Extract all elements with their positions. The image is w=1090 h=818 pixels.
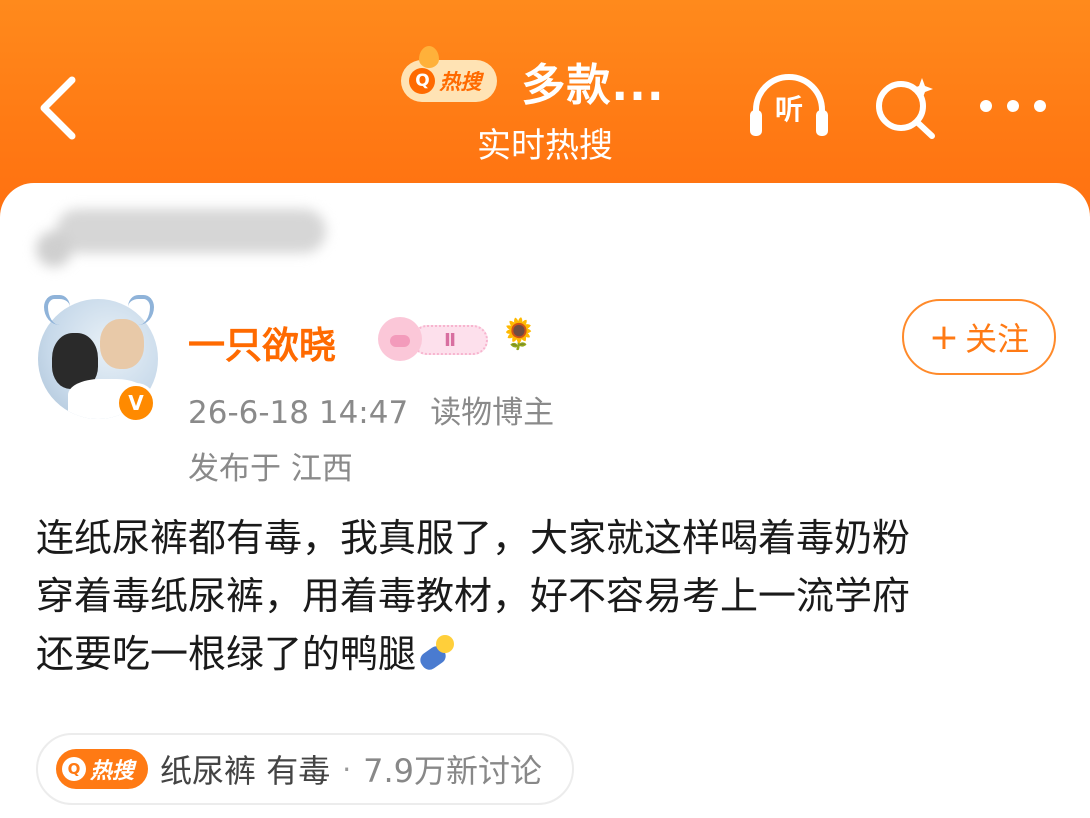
blurred-region [36, 199, 336, 277]
horn-decoration [44, 295, 70, 325]
page-title: 多款... [521, 60, 665, 111]
listen-label: 听 [774, 93, 803, 126]
hot-topic-chip[interactable]: Q 热搜 纸尿裤 有毒 · 7.9万新讨论 [36, 733, 575, 805]
search-q-icon: Q [409, 68, 436, 94]
post-text-line: 穿着毒纸尿裤，用着毒教材，好不容易考上一流学府 [36, 574, 911, 618]
follow-label: 关注 [965, 320, 1030, 358]
discussion-count: 7.9万新讨论 [363, 752, 543, 790]
hot-search-tag: Q 热搜 [56, 749, 149, 789]
horn-decoration [128, 295, 154, 325]
follow-button[interactable]: + 关注 [902, 299, 1056, 375]
listen-button[interactable]: 听 [746, 72, 832, 142]
search-q-icon: Q [62, 757, 86, 781]
plus-icon: + [928, 316, 960, 358]
hot-search-badge: Q 热搜 [401, 46, 498, 102]
post-date: 26-6-18 14:47 [188, 395, 409, 431]
flame-icon [419, 46, 440, 68]
medal-level: Ⅱ [412, 325, 488, 355]
username[interactable]: 一只欲晓 [188, 315, 336, 369]
post-location: 发布于 江西 [188, 451, 353, 487]
search-button[interactable] [870, 72, 940, 142]
verified-badge: V [116, 383, 156, 423]
search-icon [876, 78, 935, 139]
fan-medal-badge[interactable]: Ⅱ [378, 317, 488, 361]
hot-topic-name: 纸尿裤 有毒 [160, 752, 331, 790]
more-options-button[interactable] [976, 86, 1050, 126]
user-role: 读物博主 [430, 395, 555, 431]
avatar[interactable]: V [38, 295, 158, 423]
post-meta: 26-6-18 14:47 读物博主 [188, 387, 554, 432]
post-body: 连纸尿裤都有毒，我真服了，大家就这样喝着毒奶粉 穿着毒纸尿裤，用着毒教材，好不容… [36, 509, 1066, 683]
separator-dot: · [342, 752, 352, 786]
sunflower-icon: 🌻 [500, 317, 538, 352]
weibo-hot-search-page: Q 热搜 多款... 实时热搜 听 V 一只欲晓 Ⅱ 🌻 + 关注 26-6-1… [0, 0, 1090, 818]
person-lying-emoji-icon [416, 635, 456, 673]
post-card: V 一只欲晓 Ⅱ 🌻 + 关注 26-6-18 14:47 读物博主 发布于 江西… [0, 183, 1090, 818]
post-text-line: 还要吃一根绿了的鸭腿 [36, 625, 1066, 683]
post-text-line: 连纸尿裤都有毒，我真服了，大家就这样喝着毒奶粉 [36, 516, 911, 560]
pig-icon [378, 317, 422, 361]
more-dots-icon [980, 100, 1046, 112]
hot-badge-label: 热搜 [439, 70, 482, 94]
